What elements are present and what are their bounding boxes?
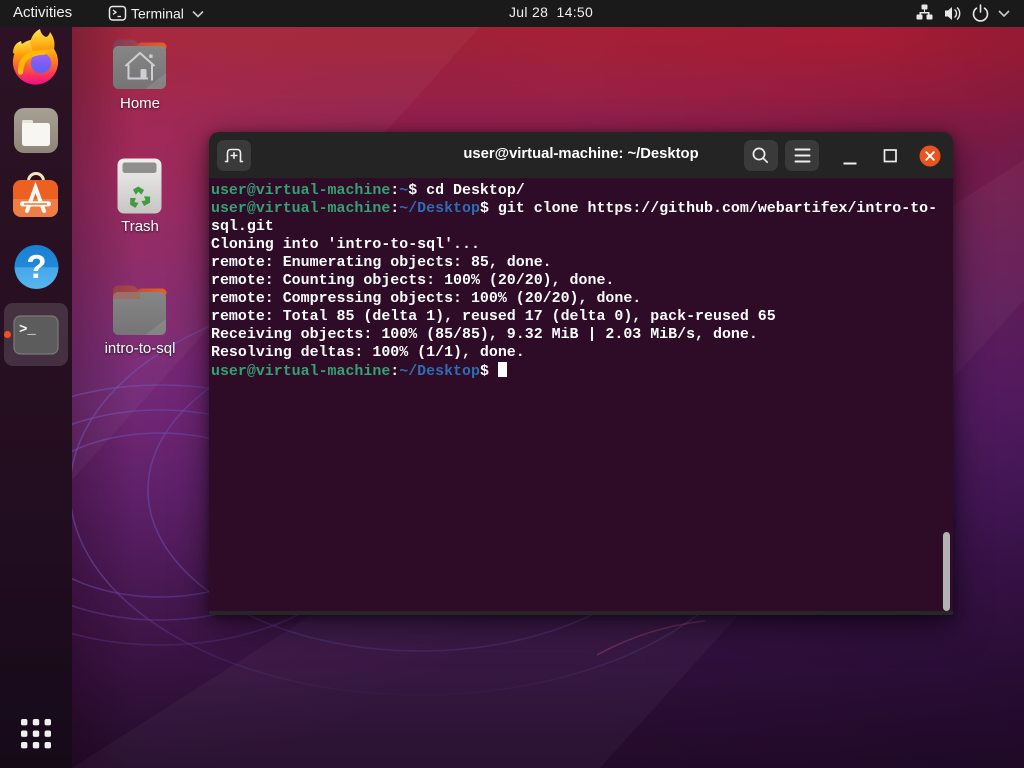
svg-text:?: ? [26, 248, 46, 285]
svg-text:Terminal: Terminal [131, 6, 184, 22]
